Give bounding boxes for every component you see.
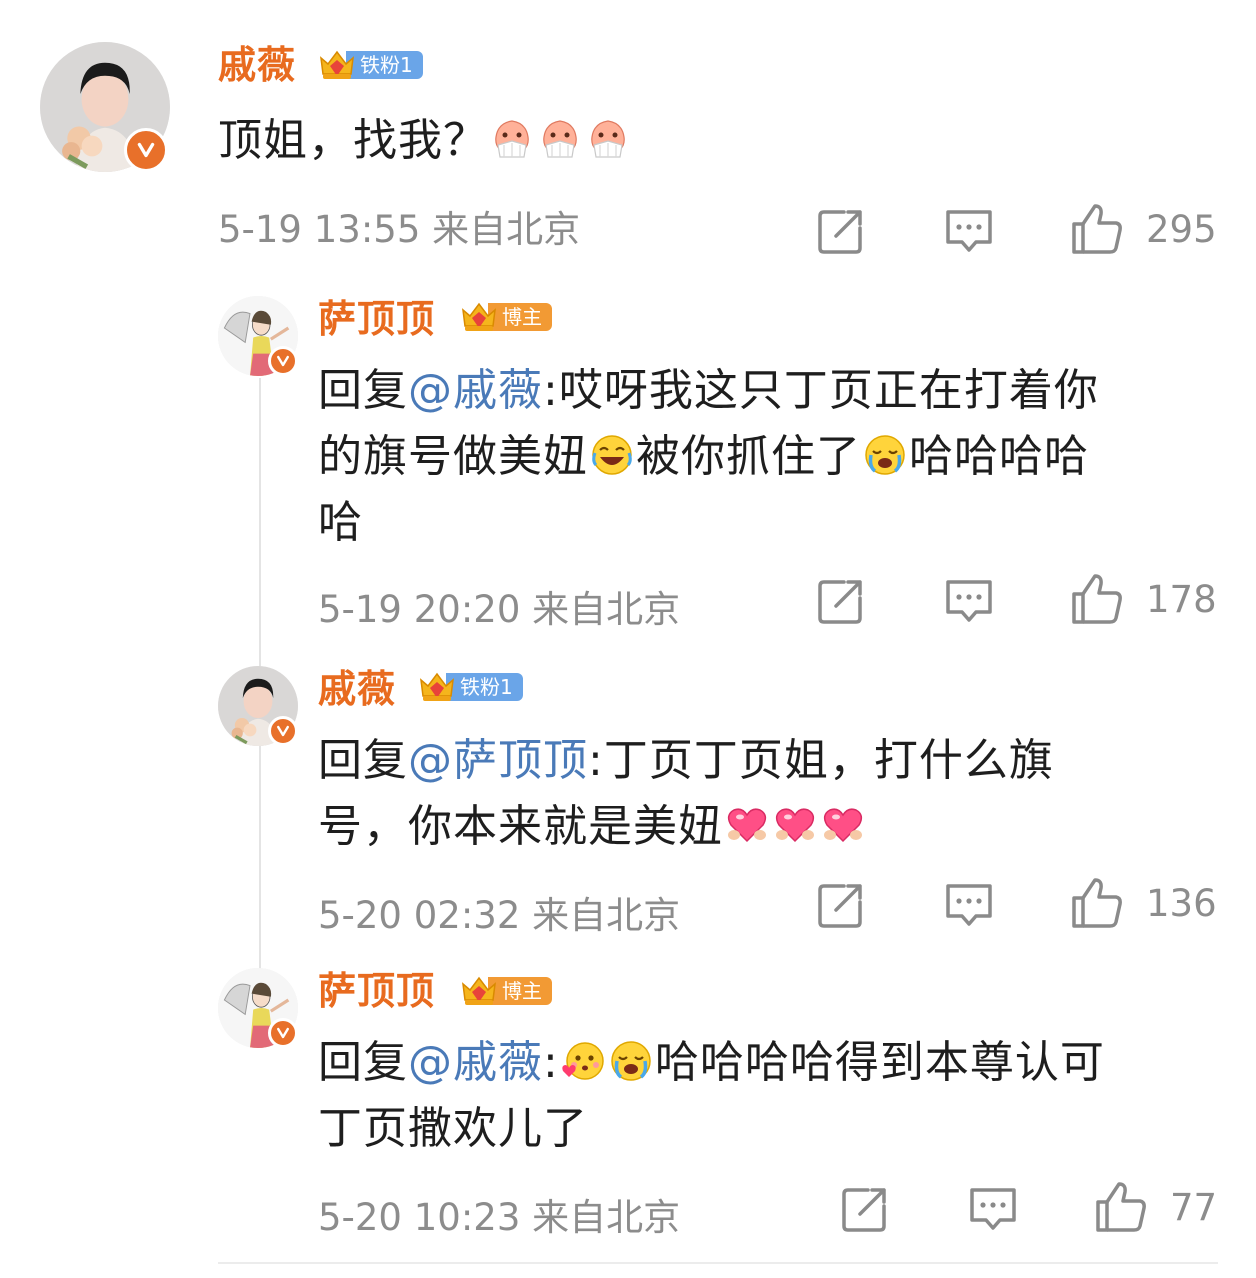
crown-icon xyxy=(418,670,456,704)
comment-text: 回复@戚薇:哎呀我这只丁页正在打着你 的旗号做美妞 被你抓住了 哈哈哈哈 哈 xyxy=(318,365,1099,548)
heart-emoji-icon xyxy=(773,803,817,847)
comment-icon[interactable] xyxy=(942,204,996,258)
comment-text: 顶姐，找我？ xyxy=(218,108,632,174)
thumbs-up-icon[interactable] xyxy=(1094,1180,1148,1234)
shy-fan-emoji-icon xyxy=(586,117,630,161)
crown-icon xyxy=(460,974,498,1008)
crown-icon xyxy=(460,300,498,334)
comment-icon[interactable] xyxy=(966,1182,1020,1236)
fan-level-badge: 铁粉1 xyxy=(418,670,523,704)
comment-meta: 5-20 02:32 来自北京 xyxy=(318,894,680,938)
comment-meta: 5-19 20:20 来自北京 xyxy=(318,588,680,632)
mention-link[interactable]: @戚薇 xyxy=(408,365,543,416)
author-name[interactable]: 萨顶顶 xyxy=(318,968,435,1014)
laugh-emoji-icon xyxy=(590,433,634,477)
verified-badge-icon xyxy=(124,128,168,172)
timestamp: 5-19 13:55 xyxy=(218,208,421,251)
like-count: 295 xyxy=(1146,208,1217,251)
mention-link[interactable]: @萨顶顶 xyxy=(408,735,588,786)
cry-laugh-emoji-icon xyxy=(863,433,907,477)
thumbs-up-icon[interactable] xyxy=(1070,202,1124,256)
shy-fan-emoji-icon xyxy=(490,117,534,161)
cry-laugh-emoji-icon xyxy=(609,1039,653,1083)
mention-link[interactable]: @戚薇 xyxy=(408,1037,543,1088)
timestamp: 5-19 20:20 xyxy=(318,588,521,631)
author-name[interactable]: 萨顶顶 xyxy=(318,296,435,342)
share-icon[interactable] xyxy=(814,574,868,628)
like-count: 77 xyxy=(1170,1186,1218,1229)
verified-badge-icon xyxy=(268,346,298,376)
share-icon[interactable] xyxy=(814,204,868,258)
share-icon[interactable] xyxy=(838,1182,892,1236)
location: 来自北京 xyxy=(532,1196,681,1239)
author-name[interactable]: 戚薇 xyxy=(218,42,296,88)
comment-text: 回复@萨顶顶:丁页丁页姐，打什么旗 号，你本来就是美妞 xyxy=(318,735,1054,852)
heart-emoji-icon xyxy=(725,803,769,847)
host-badge: 博主 xyxy=(460,974,552,1008)
thumbs-up-icon[interactable] xyxy=(1070,572,1124,626)
share-icon[interactable] xyxy=(814,878,868,932)
crown-icon xyxy=(318,48,356,82)
comment-icon[interactable] xyxy=(942,574,996,628)
comment-icon[interactable] xyxy=(942,878,996,932)
host-badge: 博主 xyxy=(460,300,552,334)
author-name[interactable]: 戚薇 xyxy=(318,666,396,712)
location: 来自北京 xyxy=(532,894,681,937)
location: 来自北京 xyxy=(432,208,581,251)
comment-meta: 5-19 13:55 来自北京 xyxy=(218,208,580,252)
fan-level-badge: 铁粉1 xyxy=(318,48,423,82)
like-count: 178 xyxy=(1146,578,1217,621)
verified-badge-icon xyxy=(268,1018,298,1048)
verified-badge-icon xyxy=(268,716,298,746)
timestamp: 5-20 02:32 xyxy=(318,894,521,937)
comment-text: 回复@戚薇: 哈哈哈哈得到本尊认可 丁页撒欢儿了 xyxy=(318,1037,1105,1154)
divider xyxy=(218,1262,1218,1264)
thumbs-up-icon[interactable] xyxy=(1070,876,1124,930)
like-count: 136 xyxy=(1146,882,1217,925)
comment-meta: 5-20 10:23 来自北京 xyxy=(318,1196,680,1240)
location: 来自北京 xyxy=(532,588,681,631)
shy-fan-emoji-icon xyxy=(538,117,582,161)
love-emoji-icon xyxy=(561,1039,605,1083)
timestamp: 5-20 10:23 xyxy=(318,1196,521,1239)
heart-emoji-icon xyxy=(821,803,865,847)
